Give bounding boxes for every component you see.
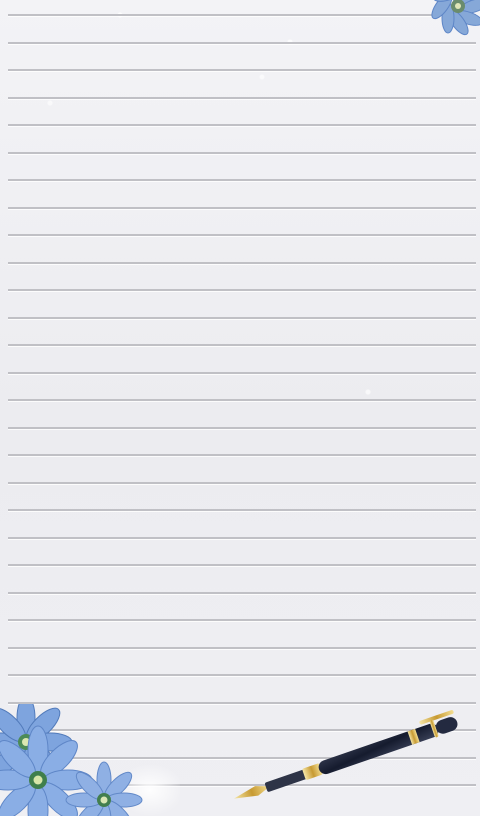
lined-paper: [0, 0, 480, 816]
blue-flower-icon: [410, 0, 480, 46]
fountain-pen-icon: [220, 705, 480, 816]
blue-flowers-icon: [0, 704, 180, 816]
